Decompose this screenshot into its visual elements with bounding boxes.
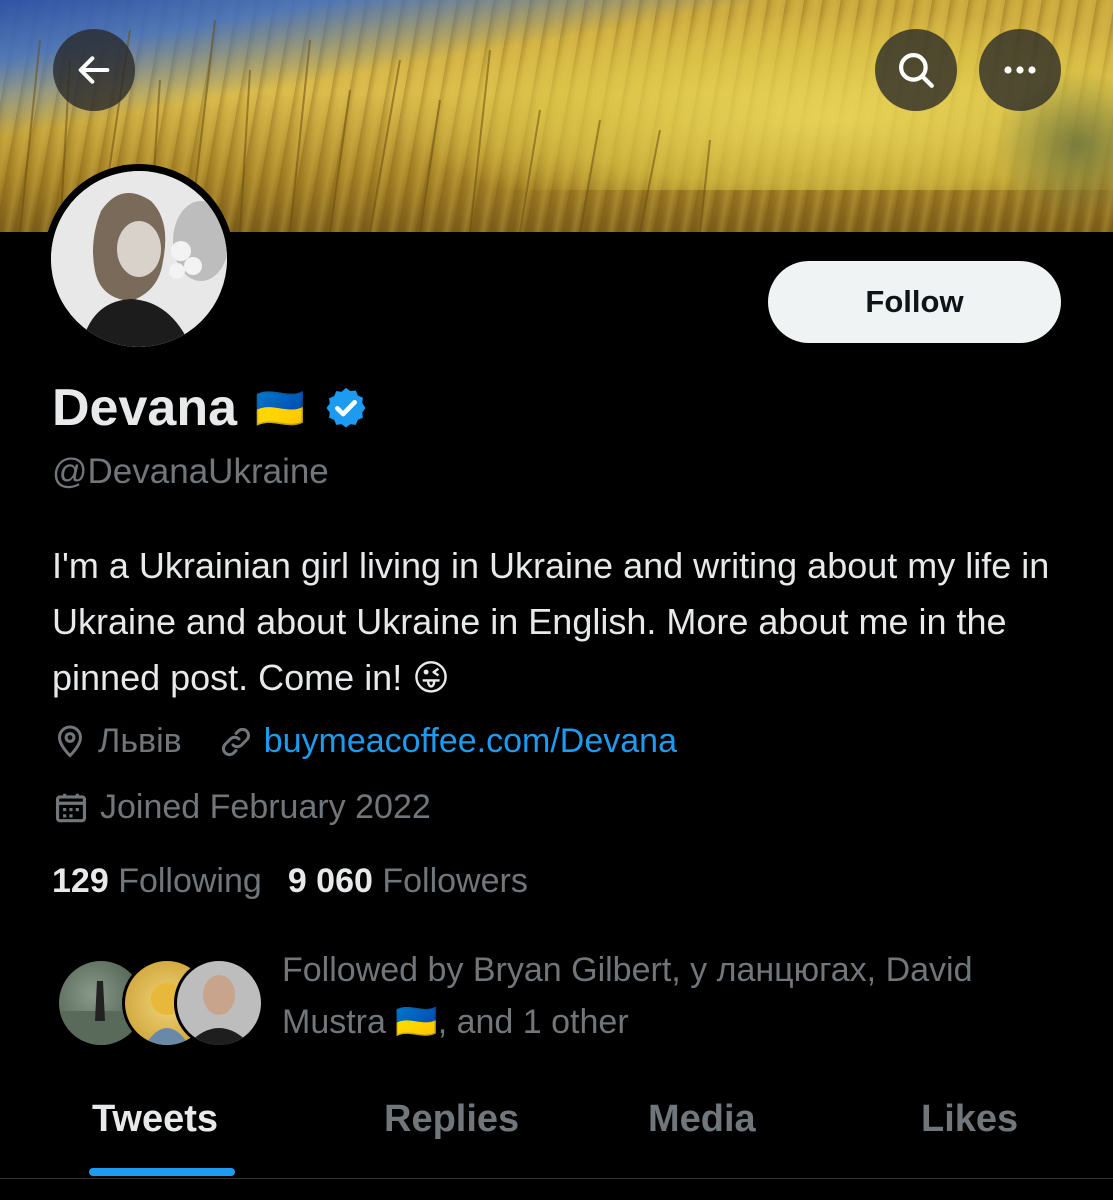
follow-button[interactable]: Follow (768, 261, 1061, 343)
following-stat[interactable]: 129 Following (52, 862, 262, 901)
followers-count: 9 060 (287, 862, 373, 900)
profile-bio: I'm a Ukrainian girl living in Ukraine a… (52, 545, 1050, 698)
display-name: Devana (52, 379, 237, 437)
tab-tweets[interactable]: Tweets (92, 1098, 218, 1141)
follower-avatar[interactable] (174, 958, 264, 1048)
website[interactable]: buymeacoffee.com/Devana (218, 722, 677, 761)
website-link[interactable]: buymeacoffee.com/Devana (264, 722, 677, 761)
followers-stat[interactable]: 9 060 Followers (288, 862, 528, 901)
arrow-left-icon (78, 56, 110, 84)
followed-by-text[interactable]: Followed by Bryan Gilbert, у ланцюгах, D… (282, 944, 1082, 1048)
verified-badge-icon[interactable] (323, 385, 369, 431)
calendar-icon (55, 793, 87, 822)
more-horizontal-icon (1004, 66, 1036, 74)
location-pin-icon (57, 725, 83, 758)
profile-handle: @DevanaUkraine (52, 452, 329, 491)
followers-label: Followers (382, 862, 528, 900)
location: Львів (52, 722, 182, 761)
search-button[interactable] (875, 29, 957, 111)
follower-avatar-photo (187, 975, 251, 1045)
tab-likes[interactable]: Likes (921, 1098, 1018, 1141)
tab-replies[interactable]: Replies (384, 1098, 519, 1141)
avatar[interactable] (51, 171, 227, 347)
profile-tabs: Tweets Replies Media Likes (0, 1080, 1113, 1179)
profile-name-row: Devana 🇺🇦 (52, 376, 369, 440)
avatar-photo (51, 171, 227, 347)
profile-meta-row: Львів buymeacoffee.com/Devana (52, 722, 677, 761)
search-icon (899, 53, 934, 88)
followed-by-rest: , and 1 other (437, 1003, 629, 1041)
followed-by-flag: 🇺🇦 (395, 1003, 438, 1041)
avatar-frame[interactable] (44, 164, 234, 354)
active-tab-indicator (89, 1168, 235, 1176)
tab-media[interactable]: Media (648, 1098, 756, 1141)
more-button[interactable] (979, 29, 1061, 111)
following-label: Following (118, 862, 262, 900)
profile-stats: 129 Following 9 060 Followers (52, 862, 528, 901)
joined-text: Joined February 2022 (100, 788, 431, 826)
following-count: 129 (52, 862, 109, 900)
link-icon (221, 727, 250, 756)
followed-by-line1: Followed by Bryan Gilbert, у ланцюгах, D… (282, 951, 973, 989)
ukraine-flag-emoji: 🇺🇦 (255, 386, 305, 431)
location-text: Львів (98, 722, 182, 760)
followed-by-name: Mustra (282, 1003, 386, 1041)
back-button[interactable] (53, 29, 135, 111)
joined-date: Joined February 2022 (52, 788, 431, 827)
joined-row: Joined February 2022 (52, 788, 431, 827)
